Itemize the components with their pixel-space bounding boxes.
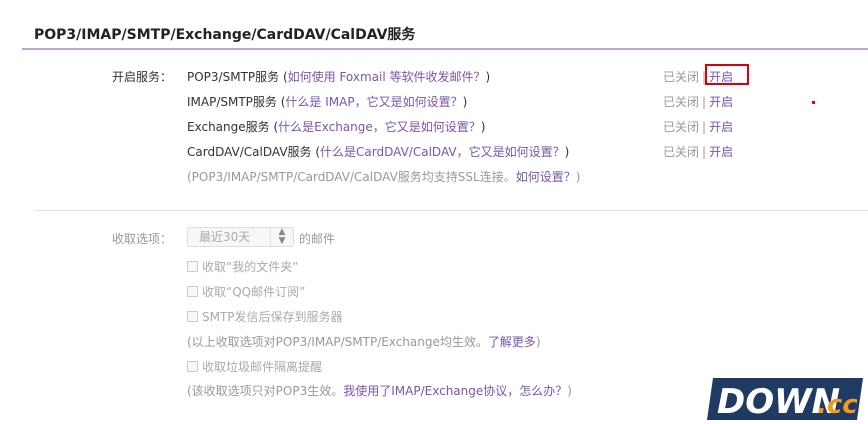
paren-close: ) (480, 120, 486, 134)
section-title: POP3/IMAP/SMTP/Exchange/CardDAV/CalDAV服务 (34, 27, 416, 43)
service-help-link[interactable]: 什么是 IMAP，它又是如何设置？ (285, 95, 462, 109)
enable-caldav-button[interactable]: 开启 (709, 145, 733, 159)
service-help-link[interactable]: 什么是Exchange，它又是如何设置？ (278, 120, 481, 134)
service-row-caldav: CardDAV/CalDAV服务 (什么是CardDAV/CalDAV，它又是如… (187, 143, 569, 160)
red-dot (812, 101, 815, 104)
note-text: (以上收取选项对POP3/IMAP/SMTP/Exchange均生效。 (187, 335, 488, 349)
select-value: 最近30天 (199, 230, 251, 244)
paren-close: ) (567, 384, 572, 398)
service-name: POP3/SMTP服务 (187, 70, 280, 84)
status-separator: | (702, 145, 707, 159)
service-row-exchange: Exchange服务 (什么是Exchange，它又是如何设置？) (187, 118, 485, 135)
checkbox-my-folders[interactable]: 收取“我的文件夹” (187, 258, 298, 275)
paren-close: ) (462, 95, 468, 109)
checkbox-box[interactable] (187, 286, 198, 297)
fetch-range-select[interactable]: 最近30天 ▲ ▼ (187, 227, 294, 247)
paren-close: ) (575, 170, 581, 184)
ssl-note-text: (POP3/IMAP/SMTP/CardDAV/CalDAV服务均支持SSL连接… (187, 170, 516, 184)
checkbox-smtp-save[interactable]: SMTP发信后保存到服务器 (187, 308, 343, 325)
checkbox-box[interactable] (187, 311, 198, 322)
checkbox-label: SMTP发信后保存到服务器 (202, 310, 343, 324)
status-separator: | (702, 95, 707, 109)
service-status-exchange: 已关闭 | 开启 (663, 118, 733, 135)
ssl-note: (POP3/IMAP/SMTP/CardDAV/CalDAV服务均支持SSL连接… (187, 168, 580, 185)
status-separator: | (702, 120, 707, 134)
checkbox-box[interactable] (187, 361, 198, 372)
fetch-note-2: (该收取选项只对POP3生效。我使用了IMAP/Exchange协议，怎么办？) (187, 382, 572, 399)
status-text: 已关闭 (663, 70, 700, 84)
service-name: Exchange服务 (187, 120, 270, 134)
enable-imap-button[interactable]: 开启 (709, 95, 733, 109)
fetch-options-label: 收取选项： (112, 232, 173, 246)
fetch-range-suffix: 的邮件 (299, 232, 336, 246)
checkbox-label: 收取“我的文件夹” (202, 260, 299, 274)
service-help-link[interactable]: 什么是CardDAV/CalDAV，它又是如何设置？ (320, 145, 565, 159)
select-arrows-icon: ▲ ▼ (270, 228, 293, 246)
section-divider (34, 210, 868, 211)
checkbox-box[interactable] (187, 261, 198, 272)
service-row-pop3: POP3/SMTP服务 (如何使用 Foxmail 等软件收发邮件？) (187, 68, 490, 85)
imap-exchange-help-link[interactable]: 我使用了IMAP/Exchange协议，怎么办？ (343, 384, 567, 398)
paren-open: ( (269, 120, 279, 134)
enable-exchange-button[interactable]: 开启 (709, 120, 733, 134)
status-text: 已关闭 (663, 145, 700, 159)
checkbox-qq-subscription[interactable]: 收取“QQ邮件订阅” (187, 283, 305, 300)
service-help-link[interactable]: 如何使用 Foxmail 等软件收发邮件？ (288, 70, 486, 84)
services-label: 开启服务： (112, 70, 173, 84)
fetch-note-1: (以上收取选项对POP3/IMAP/SMTP/Exchange均生效。了解更多) (187, 333, 541, 350)
watermark-suffix: .cc (817, 390, 858, 420)
note-text: (该收取选项只对POP3生效。 (187, 384, 344, 398)
paren-close: ) (535, 335, 541, 349)
paren-close: ) (564, 145, 570, 159)
status-text: 已关闭 (663, 95, 700, 109)
checkbox-spam-alert[interactable]: 收取垃圾邮件隔离提醒 (187, 358, 322, 375)
service-row-imap: IMAP/SMTP服务 (什么是 IMAP，它又是如何设置？) (187, 93, 467, 110)
checkbox-label: 收取垃圾邮件隔离提醒 (202, 360, 323, 374)
service-name: IMAP/SMTP服务 (187, 95, 277, 109)
status-text: 已关闭 (663, 120, 700, 134)
highlight-box (705, 64, 749, 85)
paren-open: ( (279, 70, 288, 84)
service-status-caldav: 已关闭 | 开启 (663, 143, 733, 160)
service-name: CardDAV/CalDAV服务 (187, 145, 312, 159)
service-status-imap: 已关闭 | 开启 (663, 93, 733, 110)
title-underline (22, 48, 868, 50)
paren-close: ) (485, 70, 491, 84)
down-cc-watermark-logo: DOWN .cc (707, 378, 863, 422)
ssl-help-link[interactable]: 如何设置？ (516, 170, 576, 184)
checkbox-label: 收取“QQ邮件订阅” (202, 285, 306, 299)
paren-open: ( (311, 145, 321, 159)
learn-more-link[interactable]: 了解更多 (488, 335, 536, 349)
